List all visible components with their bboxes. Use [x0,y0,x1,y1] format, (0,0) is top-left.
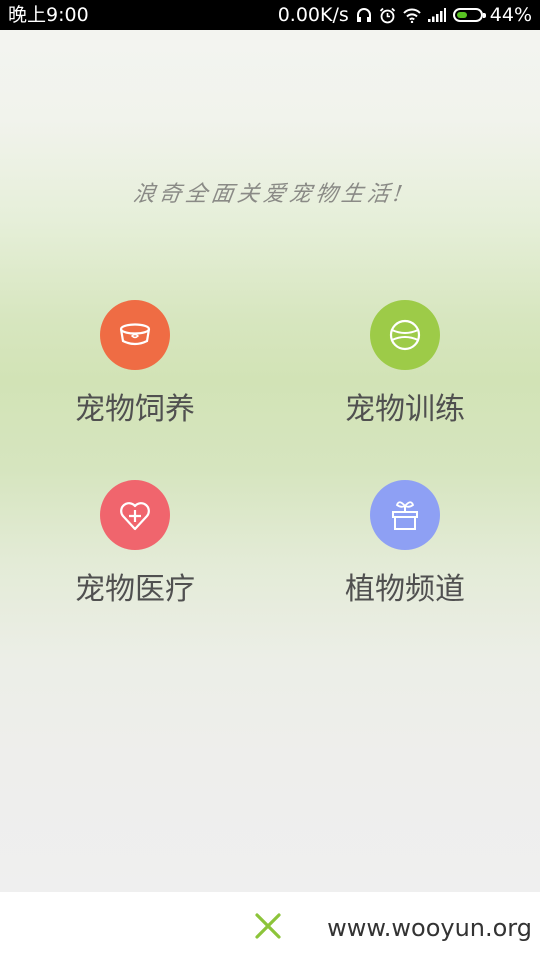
signal-icon [427,8,446,22]
headset-icon [356,7,372,23]
menu-item-pet-training[interactable]: 宠物训练 [305,300,505,440]
wifi-icon [403,8,421,23]
close-icon [255,913,281,939]
pet-bowl-icon [119,323,151,346]
heart-plus-icon [120,502,150,531]
watermark-text: www.wooyun.org [327,914,532,942]
bottom-bar: www.wooyun.org [0,892,540,960]
battery-level [456,12,467,18]
menu-item-plant-channel[interactable]: 植物频道 [305,480,505,620]
menu-label-pet-training: 宠物训练 [345,392,465,427]
plant-pot-icon [392,501,418,530]
network-speed: 0.00K/s [277,4,349,26]
heart-plus-icon-circle [100,480,170,550]
menu-label-plant-channel: 植物频道 [345,572,465,607]
battery-icon [452,8,486,22]
tagline: 浪奇全面关爱宠物生活! [131,182,408,207]
status-bar: 晚上9:00 0.00K/s 44% [0,0,540,30]
status-time: 晚上9:00 [8,4,89,26]
pet-bowl-icon-circle [100,300,170,370]
app-screen: 晚上9:00 0.00K/s 44% 浪奇全面关爱宠物生活! 宠物饲养 宠物训练… [0,0,540,960]
battery-percentage: 44% [489,4,532,26]
menu-label-pet-feeding: 宠物饲养 [75,392,195,427]
alarm-clock-icon [379,7,396,24]
menu-item-pet-medical[interactable]: 宠物医疗 [35,480,235,620]
tennis-ball-icon [389,319,421,351]
menu-item-pet-feeding[interactable]: 宠物饲养 [35,300,235,440]
plant-pot-icon-circle [370,480,440,550]
tennis-ball-icon-circle [370,300,440,370]
status-indicators: 0.00K/s 44% [278,0,532,30]
close-button[interactable] [250,908,286,944]
menu-label-pet-medical: 宠物医疗 [75,572,195,607]
